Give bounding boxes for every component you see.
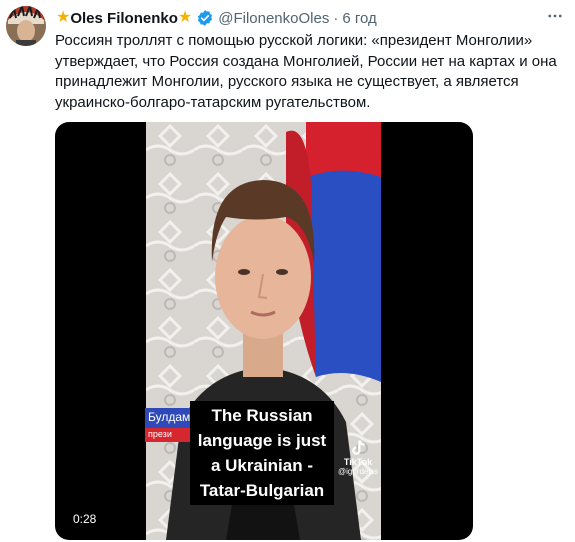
tweet-timestamp[interactable]: 6 год	[342, 10, 376, 27]
tiktok-username: @igordeiss	[338, 467, 379, 476]
verified-badge-icon	[196, 9, 214, 27]
more-dots-icon	[548, 14, 562, 18]
avatar-image	[6, 6, 46, 46]
avatar[interactable]	[6, 6, 46, 46]
star-icon: ★	[177, 9, 193, 26]
tweet[interactable]: ★ Oles Filonenko ★ @FilonenkoOles · 6 го…	[0, 0, 575, 542]
video-player[interactable]: Булдам прези The Russian language is jus…	[55, 122, 473, 540]
separator-dot: ·	[333, 9, 339, 27]
video-duration: 0:28	[73, 512, 97, 526]
more-options-button[interactable]	[543, 4, 567, 28]
lower-third-banner: Булдам прези	[145, 408, 193, 442]
tweet-text: Россиян троллят с помощью русской логики…	[55, 32, 557, 111]
banner-title-text: прези	[148, 429, 172, 439]
tweet-header: ★ Oles Filonenko ★ @FilonenkoOles · 6 го…	[56, 8, 377, 28]
tiktok-label: TikTok	[343, 457, 373, 467]
video-caption: The Russian language is just a Ukrainian…	[190, 401, 334, 505]
star-icon: ★	[56, 9, 71, 26]
author-handle[interactable]: @FilonenkoOles	[218, 10, 329, 27]
author-name[interactable]: Oles Filonenko	[70, 10, 178, 27]
tiktok-icon	[352, 440, 365, 455]
banner-name-text: Булдам	[148, 410, 191, 424]
tiktok-watermark: TikTok @igordeiss	[338, 439, 378, 476]
